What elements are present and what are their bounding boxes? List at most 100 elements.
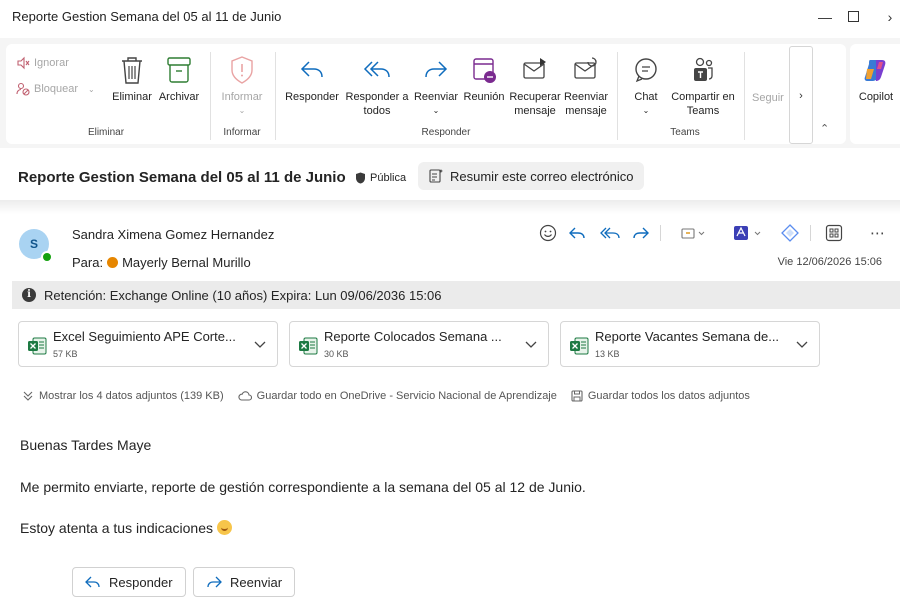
title-bar: Reporte Gestion Semana del 05 al 11 de J…: [0, 0, 900, 34]
quick-forward-button[interactable]: [632, 223, 650, 243]
show-all-attachments-button[interactable]: Mostrar los 4 datos adjuntos (139 KB): [22, 390, 224, 402]
footer-forward-label: Reenviar: [230, 574, 283, 590]
save-onedrive-button[interactable]: Guardar todo en OneDrive - Servicio Naci…: [238, 390, 557, 402]
block-button[interactable]: Bloquear ⌄: [16, 82, 95, 96]
ribbon-divider: [744, 52, 745, 140]
ignore-button[interactable]: Ignorar: [16, 56, 69, 70]
close-button[interactable]: ›: [880, 6, 900, 28]
body-greeting: Buenas Tardes Maye: [20, 437, 152, 453]
block-user-icon: [16, 82, 30, 96]
share-teams-label: Compartir en Teams: [671, 91, 735, 117]
attachment-size: 57 KB: [53, 349, 78, 359]
reply-all-button[interactable]: Responder a todos: [343, 54, 411, 118]
ribbon-divider: [210, 52, 211, 140]
report-button[interactable]: Informar ⌄: [216, 54, 268, 118]
pdf-action-button[interactable]: [733, 223, 763, 243]
maximize-button[interactable]: [838, 6, 868, 28]
smiley-icon: [539, 224, 557, 242]
emoji-reaction-button[interactable]: [539, 223, 557, 243]
recover-message-button[interactable]: Recuperar mensaje: [508, 54, 562, 118]
save-disk-icon: [571, 390, 583, 402]
recall-envelope-icon: [523, 58, 546, 79]
attachment-name: Excel Seguimiento APE Corte...: [53, 329, 236, 344]
quick-reply-button[interactable]: [568, 223, 586, 243]
chat-icon: [635, 58, 657, 83]
double-chevron-down-icon: [23, 391, 33, 401]
resend-message-label: Reenviar mensaje: [563, 91, 609, 117]
chevron-down-icon[interactable]: [795, 337, 809, 351]
action-divider: [810, 225, 811, 241]
presence-available-icon: [41, 251, 53, 263]
sensitivity-label[interactable]: Pública: [355, 172, 406, 184]
forward-label: Reenviar: [413, 91, 459, 103]
resend-message-button[interactable]: Reenviar mensaje: [562, 54, 610, 118]
chevron-down-icon[interactable]: [524, 337, 538, 351]
share-teams-button[interactable]: Compartir en Teams: [668, 54, 738, 118]
more-options-button[interactable]: ⋯: [870, 223, 885, 243]
body-line-1: Me permito enviarte, reporte de gestión …: [20, 479, 586, 495]
minimize-button[interactable]: —: [810, 6, 840, 28]
excel-icon: [570, 337, 589, 355]
subject-row: Reporte Gestion Semana del 05 al 11 de J…: [0, 152, 900, 200]
group-label-report: Informar: [223, 127, 261, 138]
collapse-ribbon-button[interactable]: ⌃: [820, 122, 829, 135]
sender-name[interactable]: Sandra Ximena Gomez Hernandez: [72, 227, 274, 242]
cloud-icon: [238, 391, 252, 401]
attachment-card[interactable]: Reporte Vacantes Semana de... 13 KB: [560, 321, 820, 367]
summarize-button[interactable]: Resumir este correo electrónico: [418, 162, 644, 190]
footer-reply-label: Responder: [109, 574, 173, 590]
attachment-actions-bar: Mostrar los 4 datos adjuntos (139 KB) Gu…: [22, 390, 758, 402]
apps-button[interactable]: [825, 223, 843, 243]
reply-button[interactable]: Responder: [282, 54, 342, 104]
calendar-meeting-icon: [473, 58, 496, 83]
sensitivity-text: Pública: [370, 172, 407, 184]
group-label-respond: Responder: [421, 127, 471, 138]
delete-label: Eliminar: [112, 91, 152, 103]
copilot-button[interactable]: Copilot: [852, 54, 900, 104]
header-divider: [0, 200, 900, 214]
categorize-button[interactable]: [680, 223, 706, 243]
body-line-2-container: Estoy atenta a tus indicaciones: [20, 520, 233, 536]
loop-button[interactable]: [781, 223, 799, 243]
tag-icon: [681, 228, 705, 239]
forward-button[interactable]: Reenviar ⌄: [411, 54, 461, 118]
ribbon-scroll-right-button[interactable]: ›: [789, 46, 813, 144]
attachment-name: Reporte Colocados Semana ...: [324, 329, 502, 344]
body-line-2: Estoy atenta a tus indicaciones: [20, 520, 214, 536]
attachment-card[interactable]: Excel Seguimiento APE Corte... 57 KB: [18, 321, 278, 367]
recipient-name[interactable]: Mayerly Bernal Murillo: [122, 255, 251, 270]
forward-icon: [207, 576, 222, 588]
delete-button[interactable]: Eliminar: [110, 54, 154, 104]
attachment-size: 13 KB: [595, 349, 620, 359]
quick-reply-all-button[interactable]: [600, 223, 620, 243]
ribbon-divider: [617, 52, 618, 140]
summarize-label: Resumir este correo electrónico: [450, 168, 634, 184]
to-prefix: Para:: [72, 255, 104, 270]
chat-button[interactable]: Chat ⌄: [624, 54, 668, 118]
reply-all-icon: [600, 227, 620, 239]
footer-forward-button[interactable]: Reenviar: [193, 567, 296, 597]
group-label-teams: Teams: [670, 127, 700, 138]
trash-icon: [122, 57, 142, 84]
apps-grid-icon: [825, 224, 843, 242]
resend-envelope-icon: [574, 57, 597, 79]
footer-reply-button[interactable]: Responder: [72, 567, 186, 597]
copilot-label: Copilot: [858, 91, 894, 103]
reply-icon: [569, 227, 585, 239]
retention-text: Retención: Exchange Online (10 años) Exp…: [44, 287, 442, 303]
save-all-attachments-button[interactable]: Guardar todos los datos adjuntos: [571, 390, 750, 402]
meeting-button[interactable]: Reunión: [460, 54, 508, 104]
save-all-attachments-label: Guardar todos los datos adjuntos: [587, 390, 750, 402]
forward-icon: [633, 227, 649, 239]
attachment-card[interactable]: Reporte Colocados Semana ... 30 KB: [289, 321, 549, 367]
follow-button[interactable]: Seguir: [752, 91, 784, 105]
info-icon: i: [22, 288, 36, 302]
maximize-icon: [847, 11, 859, 22]
mute-icon: [17, 56, 30, 70]
excel-icon: [28, 337, 47, 355]
reply-label: Responder: [285, 91, 339, 103]
smiling-emoji-icon: [217, 520, 233, 535]
forward-icon: [425, 61, 448, 78]
archive-button[interactable]: Archivar: [154, 54, 204, 104]
chevron-down-icon[interactable]: [253, 337, 267, 351]
